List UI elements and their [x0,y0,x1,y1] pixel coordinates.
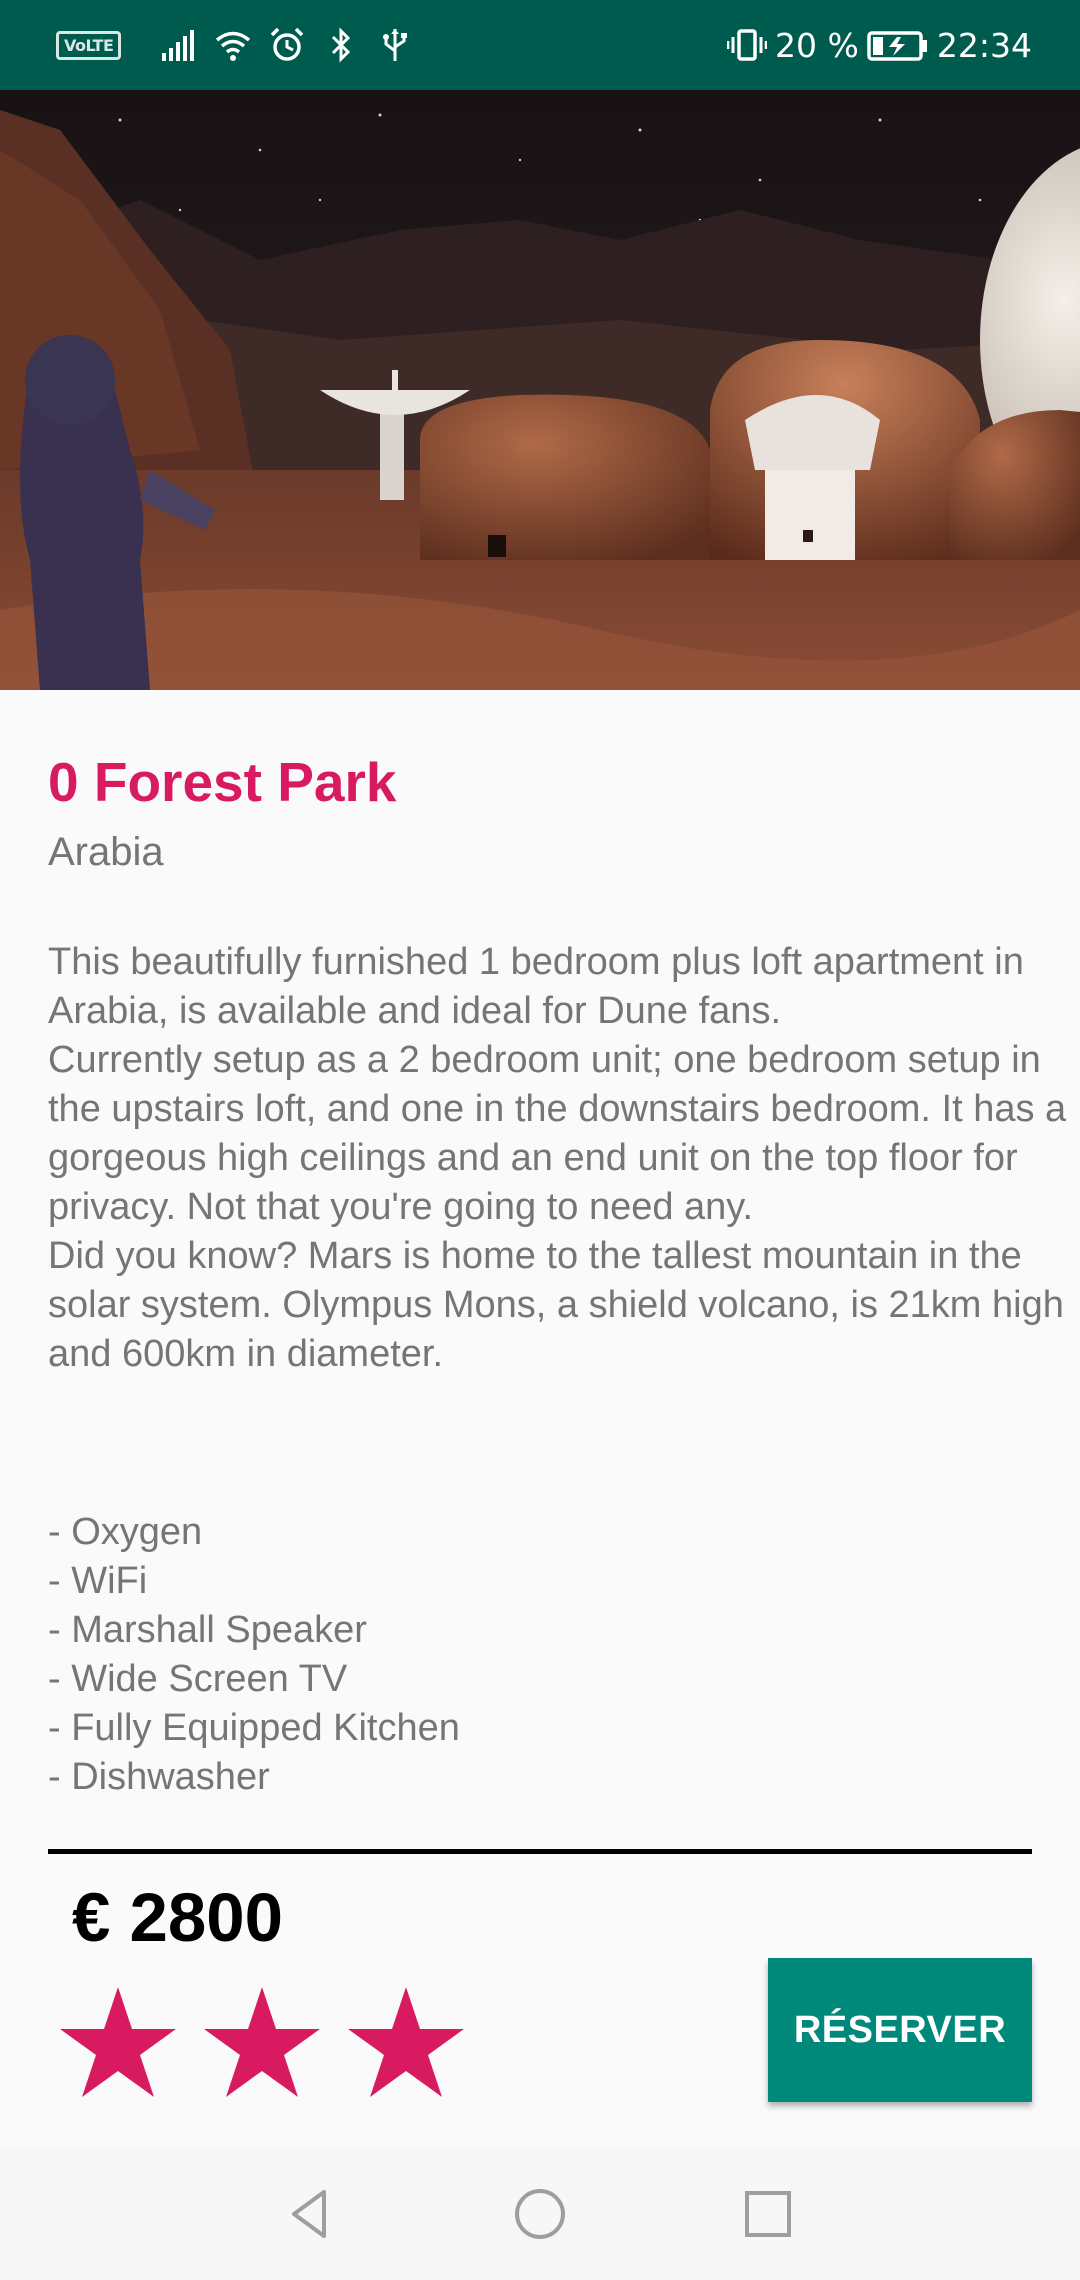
rating-stars [58,1985,466,2099]
volte-badge: VoLTE [56,30,122,60]
amenity-item: - Dishwasher [48,1756,270,1798]
divider [48,1849,1032,1854]
home-icon[interactable] [510,2184,570,2244]
description-paragraph: Did you know? Mars is home to the talles… [48,1235,1064,1375]
amenity-item: - WiFi [48,1560,148,1602]
star-icon [204,1987,320,2097]
listing-title: 0 Forest Park [48,751,397,813]
star-icon [60,1987,176,2097]
star-icon [348,1987,464,2097]
status-left-icons: VoLTE [56,20,415,70]
status-right-icons: 20 % 22:34 [727,20,1032,70]
amenity-item: - Fully Equipped Kitchen [48,1707,460,1749]
wifi-icon [216,31,251,61]
bluetooth-icon [332,27,351,63]
description-paragraph: This beautifully furnished 1 bedroom plu… [48,941,1024,1032]
status-bar: VoLTE 20 % 22:34 [0,0,1080,90]
signal-icon [162,30,195,61]
listing-hero-image [0,90,1080,690]
recents-icon[interactable] [738,2184,798,2244]
reserve-button[interactable]: RÉSERVER [768,1958,1032,2102]
alarm-icon [271,27,304,61]
amenity-item: - Wide Screen TV [48,1658,348,1700]
amenity-item: - Marshall Speaker [48,1609,367,1651]
description-paragraph: Currently setup as a 2 bedroom unit; one… [48,1039,1067,1228]
vibrate-icon [727,29,768,61]
battery-percent: 20 % [775,25,859,65]
listing-location: Arabia [48,830,164,874]
amenity-item: - Oxygen [48,1511,203,1553]
battery-charging-icon [867,31,927,61]
listing-price: € 2800 [72,1879,284,1956]
amenities-list: - Oxygen - WiFi - Marshall Speaker - Wid… [48,1508,460,1802]
listing-description: This beautifully furnished 1 bedroom plu… [48,938,1068,1379]
clock-time: 22:34 [936,25,1032,65]
usb-icon [383,29,408,61]
navigation-bar [0,2148,1080,2280]
back-icon[interactable] [280,2184,340,2244]
